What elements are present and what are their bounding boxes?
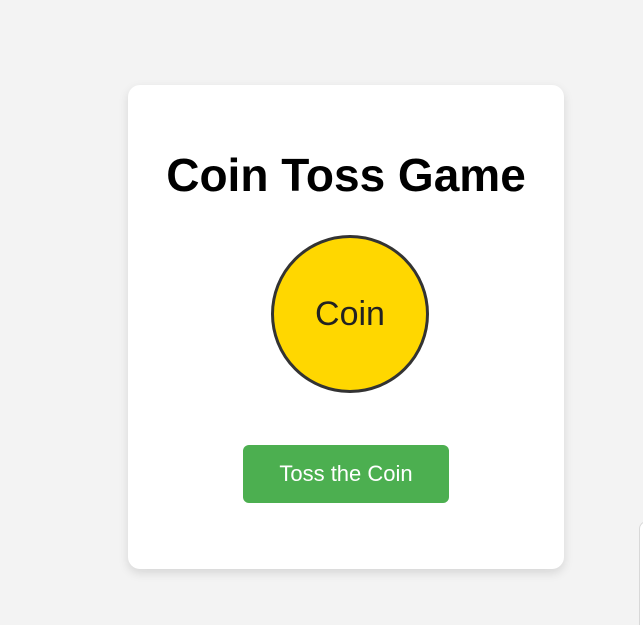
page: Coin Toss Game Coin Toss the Coin — [0, 0, 643, 625]
coin-label: Coin — [315, 294, 385, 333]
partial-panel-edge — [639, 521, 643, 625]
page-title: Coin Toss Game — [166, 149, 526, 201]
game-card: Coin Toss Game Coin Toss the Coin — [128, 85, 564, 569]
toss-coin-button[interactable]: Toss the Coin — [243, 445, 449, 503]
coin[interactable]: Coin — [271, 235, 429, 393]
